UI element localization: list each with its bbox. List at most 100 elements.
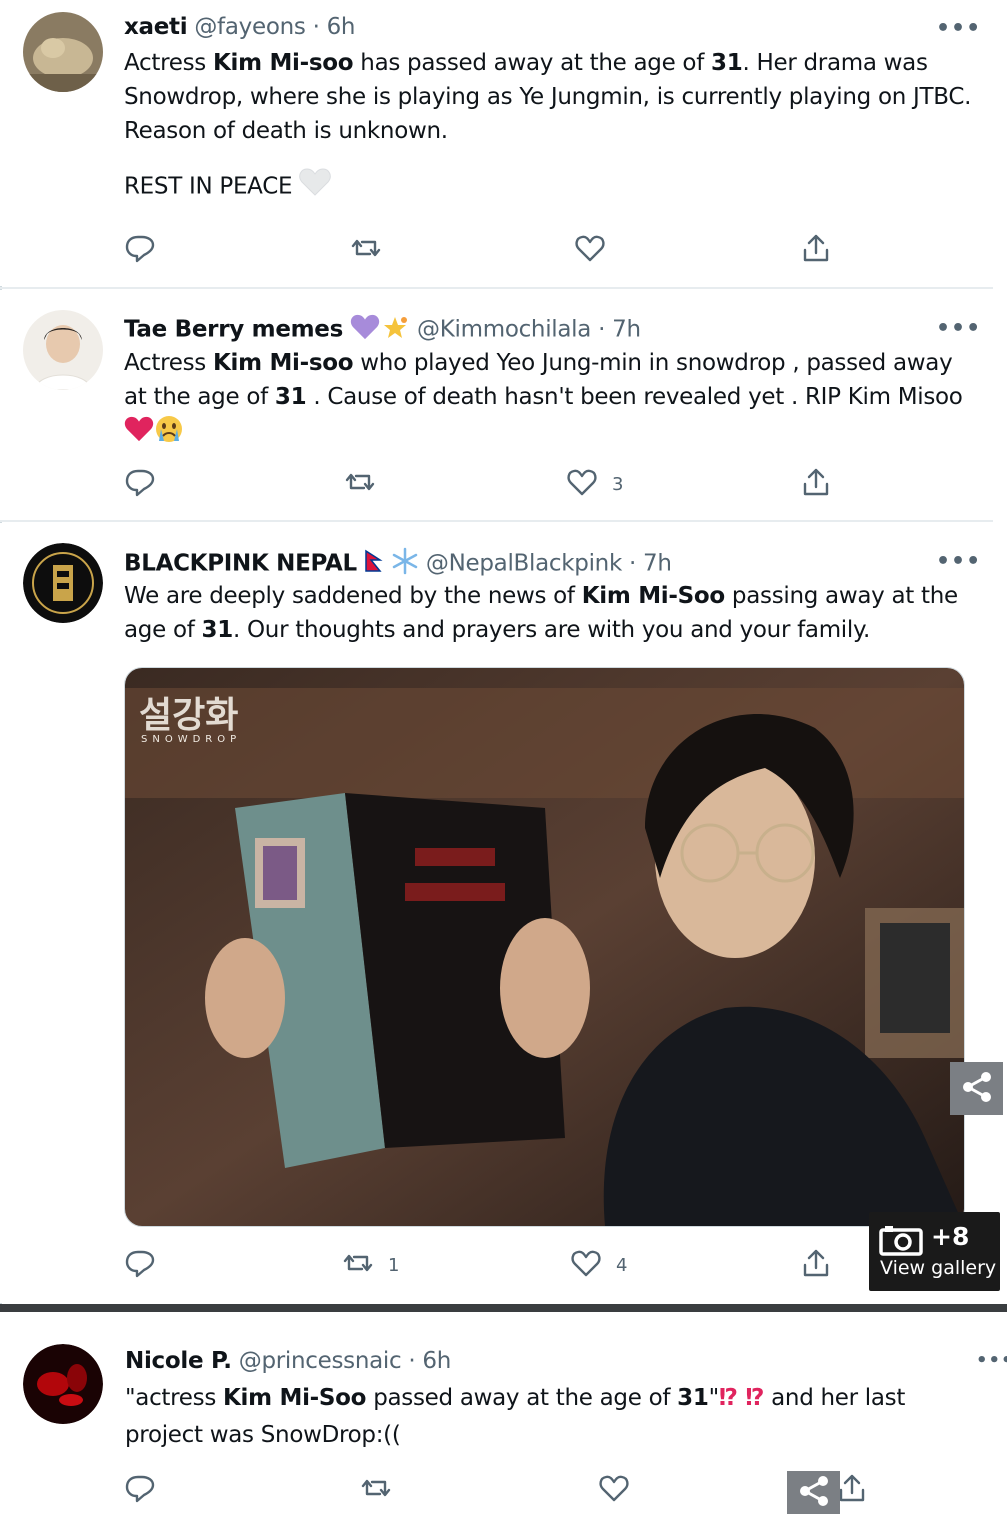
- share-network-button-bottom[interactable]: [787, 1471, 840, 1514]
- divider: [0, 520, 993, 522]
- text-segment: "actress: [125, 1385, 224, 1411]
- tweet-1[interactable]: xaeti @fayeons · 6h ••• Actress Kim Mi-s…: [0, 0, 1007, 286]
- crying-face-icon: [154, 414, 184, 454]
- reply-button[interactable]: [124, 466, 156, 503]
- retweet-icon: [360, 1472, 392, 1509]
- text-bold: 31: [274, 384, 307, 410]
- tweet-media-image[interactable]: 설강화 SNOWDROP: [124, 667, 965, 1227]
- avatar[interactable]: [23, 1344, 103, 1424]
- white-heart-icon: [299, 168, 331, 206]
- share-icon: [800, 1247, 832, 1284]
- timestamp[interactable]: 7h: [643, 551, 672, 577]
- author-name[interactable]: xaeti: [124, 14, 188, 40]
- avatar[interactable]: [23, 12, 103, 92]
- retweet-button[interactable]: [360, 1472, 392, 1509]
- tweet-actions: [124, 1472, 865, 1512]
- separator-dot: ·: [312, 14, 320, 40]
- separator-dot: ·: [598, 316, 606, 343]
- text-bold: 31: [711, 50, 743, 76]
- tweet-text: Actress Kim Mi-soo has passed away at th…: [124, 46, 974, 206]
- text-segment: . Our thoughts and prayers are with you …: [232, 617, 871, 643]
- reply-icon: [124, 1247, 156, 1284]
- share-network-icon: [796, 1473, 832, 1513]
- like-icon: [570, 1247, 602, 1284]
- reply-icon: [124, 1472, 156, 1509]
- drama-title: 설강화: [139, 695, 239, 736]
- tweet-header: Nicole P. @princessnaic · 6h: [125, 1348, 451, 1374]
- tweet-header: BLACKPINK NEPAL @NepalBlackpink · 7h: [124, 547, 672, 581]
- tweet-4[interactable]: Nicole P. @princessnaic · 6h ••• "actres…: [0, 1312, 1007, 1514]
- tweet-2[interactable]: Tae Berry memes @Kimmochilala · 7h ••• A…: [0, 290, 1007, 520]
- share-icon: [800, 232, 832, 269]
- gallery-count: +8: [931, 1222, 970, 1251]
- text-segment: passed away at the age of: [366, 1385, 678, 1411]
- share-button[interactable]: [800, 232, 832, 269]
- text-bold: 31: [677, 1385, 709, 1411]
- text-segment: ": [708, 1385, 720, 1411]
- tweet-header: xaeti @fayeons · 6h: [124, 14, 356, 40]
- share-network-icon: [959, 1069, 995, 1109]
- more-options-button[interactable]: •••: [936, 16, 981, 41]
- author-handle[interactable]: @Kimmochilala: [417, 317, 591, 343]
- like-count: 4: [616, 1255, 628, 1276]
- retweet-button[interactable]: [344, 466, 376, 503]
- author-handle[interactable]: @princessnaic: [239, 1348, 402, 1374]
- text-bold: Kim Mi-soo: [212, 350, 354, 376]
- text-segment: Actress: [124, 350, 213, 376]
- text-segment: We are deeply saddened by the news of: [124, 583, 582, 609]
- view-gallery-button[interactable]: +8 View gallery: [869, 1212, 1000, 1291]
- avatar[interactable]: [23, 310, 103, 390]
- retweet-icon: [344, 466, 376, 503]
- tweet-text: Actress Kim Mi-soo who played Yeo Jung-m…: [124, 346, 974, 454]
- red-heart-icon: [124, 416, 154, 452]
- tweet-header: Tae Berry memes @Kimmochilala · 7h: [124, 314, 641, 346]
- text-bold: 31: [201, 617, 234, 643]
- share-button[interactable]: [800, 466, 832, 503]
- retweet-button[interactable]: 1: [342, 1247, 399, 1284]
- retweet-count: 1: [388, 1255, 400, 1276]
- like-button[interactable]: 3: [566, 466, 623, 503]
- author-handle[interactable]: @fayeons: [194, 14, 305, 40]
- snowflake-icon: [391, 547, 419, 581]
- like-icon: [598, 1472, 630, 1509]
- like-button[interactable]: [574, 232, 606, 269]
- more-options-button[interactable]: •••: [976, 1350, 1007, 1371]
- tweet-text: We are deeply saddened by the news of Ki…: [124, 579, 974, 647]
- reply-icon: [124, 232, 156, 269]
- tweet-text: "actress Kim Mi-Soo passed away at the a…: [125, 1380, 975, 1454]
- reply-button[interactable]: [124, 232, 156, 269]
- camera-icon: [879, 1224, 925, 1260]
- like-button[interactable]: [598, 1472, 630, 1509]
- share-button[interactable]: [836, 1472, 868, 1509]
- purple-heart-icon: [350, 314, 380, 346]
- share-network-button[interactable]: [950, 1062, 1003, 1115]
- tweet-actions: 1 4: [124, 1247, 834, 1287]
- separator-dot: ·: [408, 1348, 416, 1374]
- more-options-button[interactable]: •••: [936, 549, 981, 574]
- divider: [0, 287, 993, 289]
- share-icon: [836, 1472, 868, 1509]
- author-name[interactable]: BLACKPINK NEPAL: [124, 551, 357, 577]
- star-icon: [380, 314, 410, 346]
- author-handle[interactable]: @NepalBlackpink: [426, 551, 622, 577]
- avatar[interactable]: [23, 543, 103, 623]
- text-bold: Kim Mi-Soo: [223, 1385, 367, 1411]
- text-segment: REST IN PEACE: [124, 173, 293, 200]
- exclamation-question-marks: ⁉ ⁉: [718, 1385, 765, 1411]
- tweet-actions: 3: [124, 466, 834, 506]
- reply-button[interactable]: [124, 1247, 156, 1284]
- reply-button[interactable]: [124, 1472, 156, 1509]
- like-icon: [566, 466, 598, 503]
- more-options-button[interactable]: •••: [936, 316, 981, 341]
- text-bold: Kim Mi-soo: [212, 50, 354, 76]
- author-name[interactable]: Nicole P.: [125, 1348, 232, 1374]
- text-segment: Actress: [124, 50, 213, 76]
- author-name[interactable]: Tae Berry memes: [124, 317, 343, 343]
- timestamp[interactable]: 7h: [612, 317, 641, 343]
- share-button[interactable]: [800, 1247, 832, 1284]
- tweet-line-2: REST IN PEACE: [124, 168, 974, 206]
- timestamp[interactable]: 6h: [327, 14, 356, 40]
- like-button[interactable]: 4: [570, 1247, 627, 1284]
- timestamp[interactable]: 6h: [422, 1348, 451, 1374]
- retweet-button[interactable]: [350, 232, 382, 269]
